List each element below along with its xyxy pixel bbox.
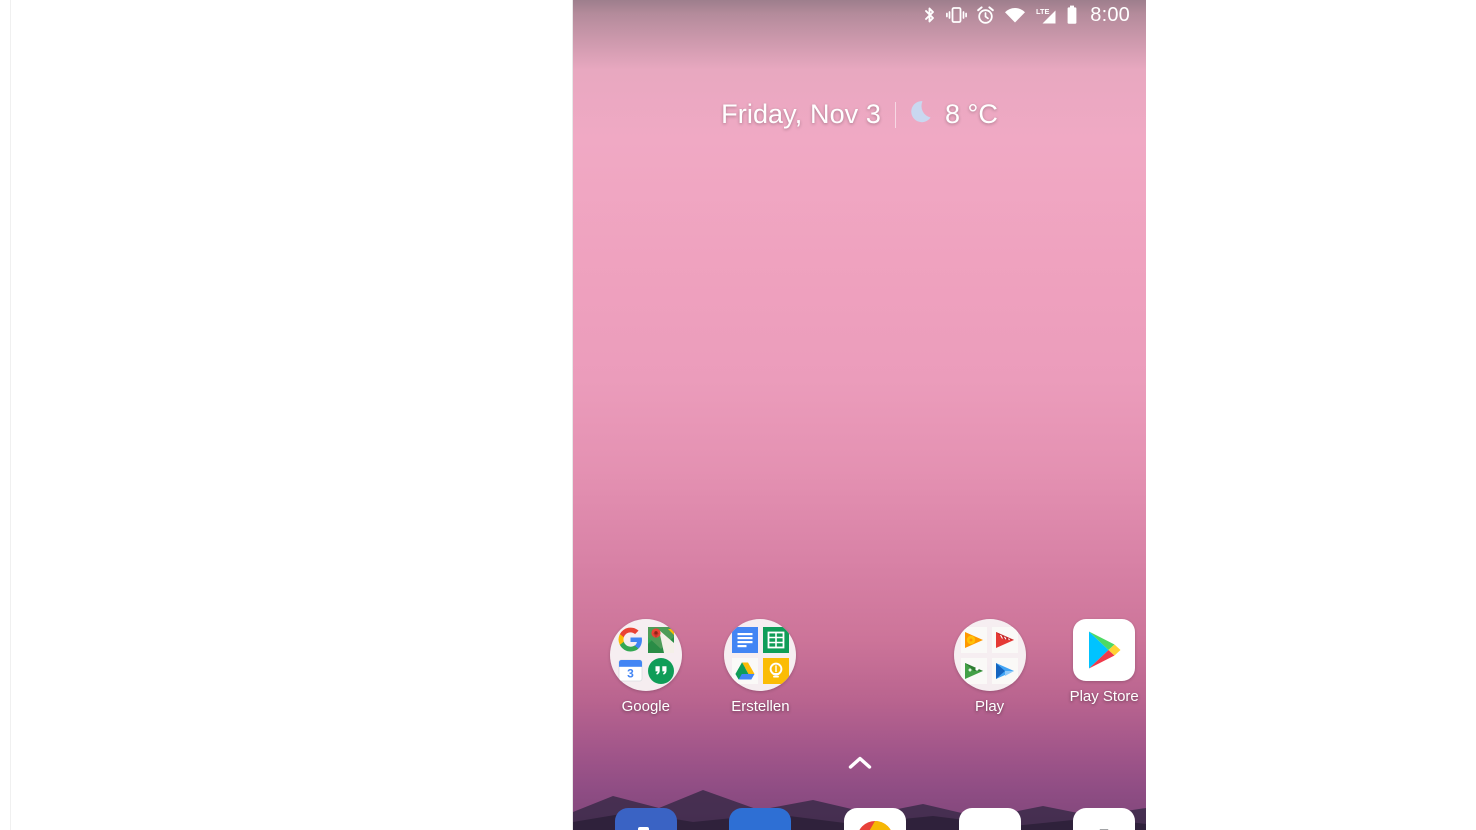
bluetooth-icon (922, 6, 937, 24)
widget-temperature-text: 8 °C (945, 99, 998, 129)
lte-signal-icon: LTE (1035, 6, 1057, 24)
screenshot-root: LTE 8:00 Friday, Nov 3 8 °C 3 Google Ers… (0, 0, 1476, 830)
widget-divider (895, 101, 897, 128)
right-blank-panel (1146, 0, 1476, 830)
google-maps-icon (648, 626, 675, 653)
camera-icon[interactable] (1073, 808, 1136, 830)
google-keep-icon (762, 657, 789, 684)
play-games-icon (961, 657, 988, 684)
status-bar-clock: 8:00 (1090, 4, 1130, 26)
phone-icon[interactable] (614, 808, 677, 830)
widget-weather[interactable]: 8 °C (910, 98, 998, 131)
google-hangouts-icon (648, 657, 675, 684)
alarm-icon (976, 5, 995, 24)
status-bar[interactable]: LTE 8:00 (573, 0, 1146, 30)
play-books-icon (992, 657, 1019, 684)
google-sheets-icon (762, 626, 789, 653)
dock-item-phone[interactable] (604, 808, 688, 830)
app-folder-google[interactable]: 3 Google (604, 619, 688, 714)
dock-item-gmail[interactable] (948, 808, 1032, 830)
google-calendar-icon: 3 (617, 657, 644, 684)
svg-text:LTE: LTE (1036, 7, 1049, 16)
folder-preview-play[interactable] (953, 619, 1026, 691)
date-weather-widget[interactable]: Friday, Nov 3 8 °C (573, 98, 1146, 131)
dock-item-camera[interactable] (1062, 808, 1146, 830)
app-label: Google (621, 698, 670, 715)
google-drive-icon (731, 657, 758, 684)
dock-item-messages[interactable] (719, 808, 803, 830)
svg-text:3: 3 (627, 667, 634, 681)
app-label: Erstellen (731, 698, 790, 715)
crescent-moon-icon (910, 98, 936, 131)
folder-preview-erstellen[interactable] (724, 619, 797, 691)
folder-preview-google[interactable]: 3 (609, 619, 682, 691)
app-label: Play (974, 698, 1005, 715)
google-docs-icon (731, 626, 758, 653)
play-store-icon[interactable] (1073, 619, 1136, 681)
app-play-store[interactable]: Play Store (1062, 619, 1146, 714)
app-label: Play Store (1069, 688, 1139, 705)
dock[interactable] (573, 808, 1146, 830)
dock-item-chrome[interactable] (833, 808, 917, 830)
play-movies-icon (992, 626, 1019, 653)
play-music-icon (961, 626, 988, 653)
home-screen-app-row: 3 Google Erstellen Play Play Store (573, 619, 1146, 714)
app-folder-erstellen[interactable]: Erstellen (719, 619, 803, 714)
google-search-icon (617, 626, 644, 653)
chrome-icon[interactable] (843, 808, 906, 830)
chevron-up-icon[interactable] (847, 754, 873, 777)
wifi-icon (1004, 6, 1026, 24)
app-drawer-handle[interactable] (573, 754, 1146, 777)
app-folder-play[interactable]: Play (948, 619, 1032, 714)
left-blank-panel (10, 0, 573, 830)
widget-date-text: Friday, Nov 3 (721, 99, 882, 129)
vibrate-icon (946, 6, 968, 24)
android-home-screen[interactable]: LTE 8:00 Friday, Nov 3 8 °C 3 Google Ers… (573, 0, 1146, 830)
messages-icon[interactable] (729, 808, 792, 830)
gmail-icon[interactable] (958, 808, 1021, 830)
battery-icon (1066, 5, 1078, 24)
